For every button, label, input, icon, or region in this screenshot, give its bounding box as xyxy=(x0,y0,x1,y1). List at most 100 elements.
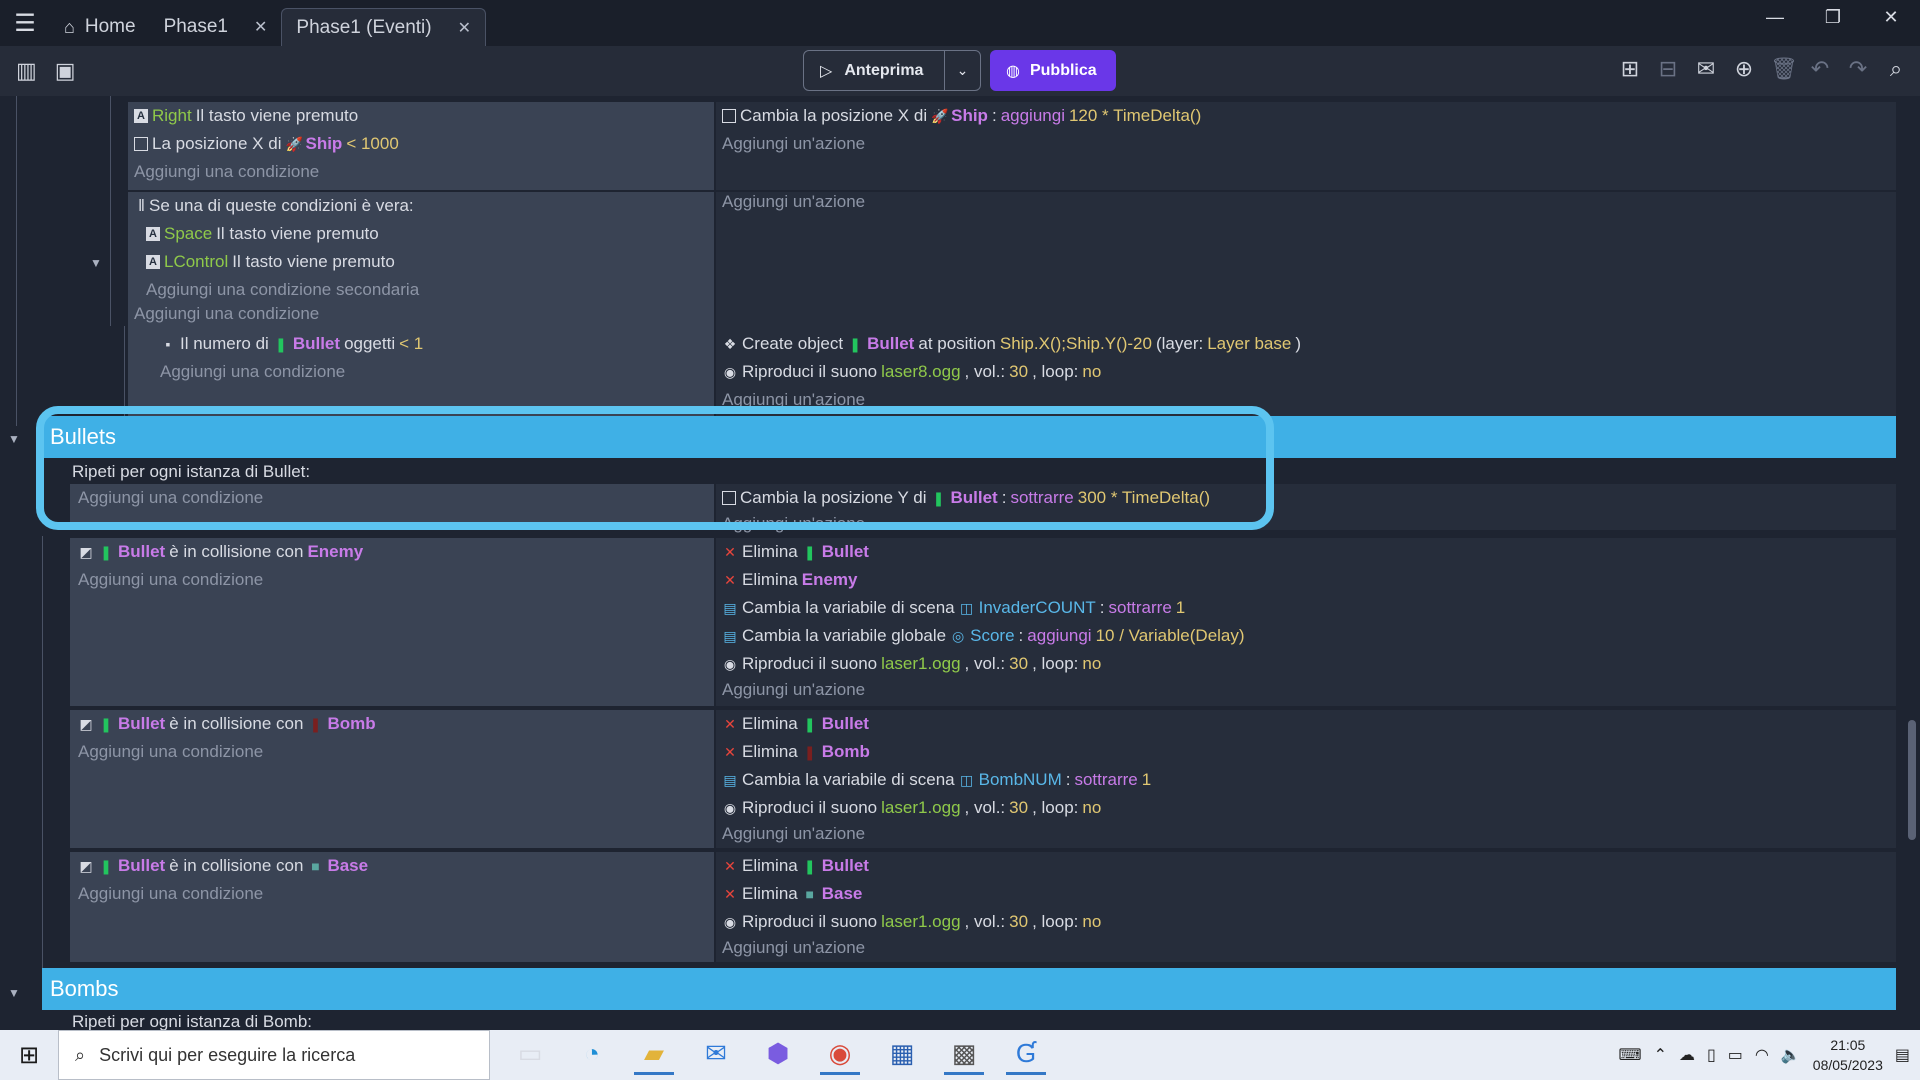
action-row[interactable]: ▤ Cambia la variabile di scena ◫ Invader… xyxy=(722,598,1185,618)
condition-row[interactable]: La posizione X di 🚀 Ship < 1000 xyxy=(134,134,399,154)
add-action-link[interactable]: Aggiungi un'azione xyxy=(722,134,865,154)
add-condition-link[interactable]: Aggiungi una condizione xyxy=(78,488,263,508)
app-icon[interactable]: ⬢ xyxy=(758,1035,798,1075)
vertical-scrollbar[interactable] xyxy=(1908,720,1916,840)
add-condition-link[interactable]: Aggiungi una condizione xyxy=(134,304,319,324)
maximize-icon[interactable]: ❐ xyxy=(1804,0,1862,34)
tab-phase1-events[interactable]: Phase1 (Eventi) ✕ xyxy=(281,8,487,46)
action-row[interactable]: ▤ Cambia la variabile di scena ◫ BombNUM… xyxy=(722,770,1151,790)
or-condition-header[interactable]: ‖ Se una di queste condizioni è vera: xyxy=(138,196,414,216)
add-condition-link[interactable]: Aggiungi una condizione xyxy=(78,742,263,762)
windows-start-icon[interactable]: ⊞ xyxy=(0,1030,58,1080)
close-icon[interactable]: ✕ xyxy=(458,18,471,38)
preview-dropdown-button[interactable]: ⌄ xyxy=(944,51,980,90)
action-row[interactable]: ◉ Riproduci il suono laser8.ogg, vol.: 3… xyxy=(722,362,1101,382)
chrome-icon[interactable]: ◉ xyxy=(820,1035,860,1075)
add-action-link[interactable]: Aggiungi un'azione xyxy=(722,390,865,410)
condition-row[interactable]: ◩ ❚ Bullet è in collisione con Enemy xyxy=(78,542,363,562)
action-row[interactable]: ◉ Riproduci il suono laser1.ogg, vol.: 3… xyxy=(722,654,1101,674)
close-icon[interactable]: ✕ xyxy=(254,17,267,37)
collapse-arrow-icon[interactable]: ▼ xyxy=(8,432,20,446)
add-action-link[interactable]: Aggiungi un'azione xyxy=(722,680,865,700)
undo-icon[interactable]: ↶ xyxy=(1808,56,1832,82)
action-row[interactable]: ✕ Elimina ❚ Bullet xyxy=(722,714,869,734)
store-icon[interactable]: ▦ xyxy=(882,1035,922,1075)
collapse-arrow-icon[interactable]: ▼ xyxy=(90,256,102,270)
action-text: , loop: xyxy=(1032,362,1079,381)
add-plus-icon[interactable]: ⊕ xyxy=(1732,56,1756,82)
action-row[interactable]: ◉ Riproduci il suono laser1.ogg, vol.: 3… xyxy=(722,912,1101,932)
notifications-icon[interactable]: ▤ xyxy=(1895,1045,1910,1065)
count-icon: ▪ xyxy=(165,336,171,352)
group-bombs[interactable]: Bombs xyxy=(42,968,1896,1010)
volume-icon[interactable]: 🔈 xyxy=(1781,1045,1801,1065)
foreach-header[interactable]: Ripeti per ogni istanza di Bullet: xyxy=(72,462,310,482)
add-action-link[interactable]: Aggiungi un'azione xyxy=(722,514,865,534)
search-placeholder: Scrivi qui per eseguire la ricerca xyxy=(99,1044,356,1065)
tab-phase1[interactable]: Phase1 ✕ xyxy=(150,8,282,46)
add-action-link[interactable]: Aggiungi un'azione xyxy=(722,938,865,958)
keyboard-icon[interactable]: ⌨ xyxy=(1618,1045,1641,1065)
action-row[interactable]: ✕ Elimina ❚ Bomb xyxy=(722,742,870,762)
add-action-link[interactable]: Aggiungi un'azione xyxy=(722,824,865,844)
condition-row[interactable]: A Right Il tasto viene premuto xyxy=(134,106,358,126)
add-sub-condition-link[interactable]: Aggiungi una condizione secondaria xyxy=(146,280,419,300)
action-row[interactable]: Cambia la posizione Y di ❚ Bullet: sottr… xyxy=(722,488,1210,508)
redo-icon[interactable]: ↷ xyxy=(1846,56,1870,82)
task-view-icon[interactable]: ▭ xyxy=(510,1035,550,1075)
gdevelop-icon[interactable]: Ɠ xyxy=(1006,1035,1046,1075)
action-row[interactable]: ✕ Elimina Enemy xyxy=(722,570,858,590)
condition-panel[interactable] xyxy=(70,538,714,706)
add-condition-link[interactable]: Aggiungi una condizione xyxy=(78,570,263,590)
add-condition-link[interactable]: Aggiungi una condizione xyxy=(134,162,319,182)
action-row[interactable]: ✕ Elimina ❚ Bullet xyxy=(722,542,869,562)
sound-icon: ◉ xyxy=(723,799,737,816)
action-row[interactable]: ✕ Elimina ■ Base xyxy=(722,884,862,904)
keyboard-icon: A xyxy=(146,255,160,269)
add-comment-icon[interactable]: ✉ xyxy=(1694,56,1718,82)
chevron-up-icon[interactable]: ⌃ xyxy=(1654,1045,1667,1065)
add-action-link[interactable]: Aggiungi un'azione xyxy=(722,192,865,212)
search-icon[interactable]: ⌕ xyxy=(1884,56,1908,82)
condition-row[interactable]: ◩ ❚ Bullet è in collisione con ■ Base xyxy=(78,856,368,876)
delete-icon[interactable]: 🗑 xyxy=(1770,56,1798,82)
file-explorer-icon[interactable]: ▰ xyxy=(634,1035,674,1075)
save-icon[interactable]: ▣ xyxy=(55,58,76,84)
action-panel[interactable] xyxy=(716,538,1896,706)
tab-home[interactable]: ⌂ Home xyxy=(50,8,150,46)
add-event-icon[interactable]: ⊞ xyxy=(1618,56,1642,82)
sub-condition-row[interactable]: A LControl Il tasto viene premuto xyxy=(146,252,395,272)
collapse-arrow-icon[interactable]: ▼ xyxy=(8,986,20,1000)
minimize-icon[interactable]: — xyxy=(1746,0,1804,34)
edge-icon[interactable]: ◔ xyxy=(572,1035,612,1075)
action-row[interactable]: ❖ Create object ❚ Bullet at position Shi… xyxy=(722,334,1301,354)
battery-icon[interactable]: ▭ xyxy=(1728,1045,1743,1065)
wifi-icon[interactable]: ◠ xyxy=(1755,1045,1769,1065)
project-manager-icon[interactable]: ▥ xyxy=(16,58,37,84)
clock[interactable]: 21:05 08/05/2023 xyxy=(1813,1035,1883,1075)
taskbar-search-input[interactable]: ⌕ Scrivi qui per eseguire la ricerca xyxy=(58,1030,490,1080)
action-row[interactable]: ▤ Cambia la variabile globale ◎ Score: a… xyxy=(722,626,1244,646)
action-row[interactable]: ✕ Elimina ❚ Bullet xyxy=(722,856,869,876)
menu-icon[interactable]: ☰ xyxy=(0,0,50,46)
add-condition-link[interactable]: Aggiungi una condizione xyxy=(78,884,263,904)
cloud-icon[interactable]: ☁ xyxy=(1679,1045,1695,1065)
action-row[interactable]: Cambia la posizione X di 🚀 Ship: aggiung… xyxy=(722,106,1201,126)
group-bullets[interactable]: Bullets xyxy=(42,416,1896,458)
condition-row[interactable]: ◩ ❚ Bullet è in collisione con ❚ Bomb xyxy=(78,714,375,734)
sub-condition-row[interactable]: A Space Il tasto viene premuto xyxy=(146,224,379,244)
app-icon[interactable]: ▩ xyxy=(944,1035,984,1075)
preview-button[interactable]: ▷ Anteprima xyxy=(804,51,944,90)
object-name: Enemy xyxy=(801,570,858,589)
action-value: no xyxy=(1082,362,1102,381)
action-row[interactable]: ◉ Riproduci il suono laser1.ogg, vol.: 3… xyxy=(722,798,1101,818)
mail-icon[interactable]: ✉ xyxy=(696,1035,736,1075)
condition-row[interactable]: ▪ Il numero di ❚ Bullet oggetti < 1 xyxy=(160,334,424,354)
publish-button[interactable]: ◍ Pubblica xyxy=(990,50,1116,91)
close-window-icon[interactable]: ✕ xyxy=(1862,0,1920,34)
add-condition-link[interactable]: Aggiungi una condizione xyxy=(160,362,345,382)
add-subevent-icon[interactable]: ⊟ xyxy=(1656,56,1680,82)
device-icon[interactable]: ▯ xyxy=(1707,1045,1716,1065)
action-panel[interactable] xyxy=(716,852,1896,962)
foreach-header[interactable]: Ripeti per ogni istanza di Bomb: xyxy=(72,1012,312,1030)
